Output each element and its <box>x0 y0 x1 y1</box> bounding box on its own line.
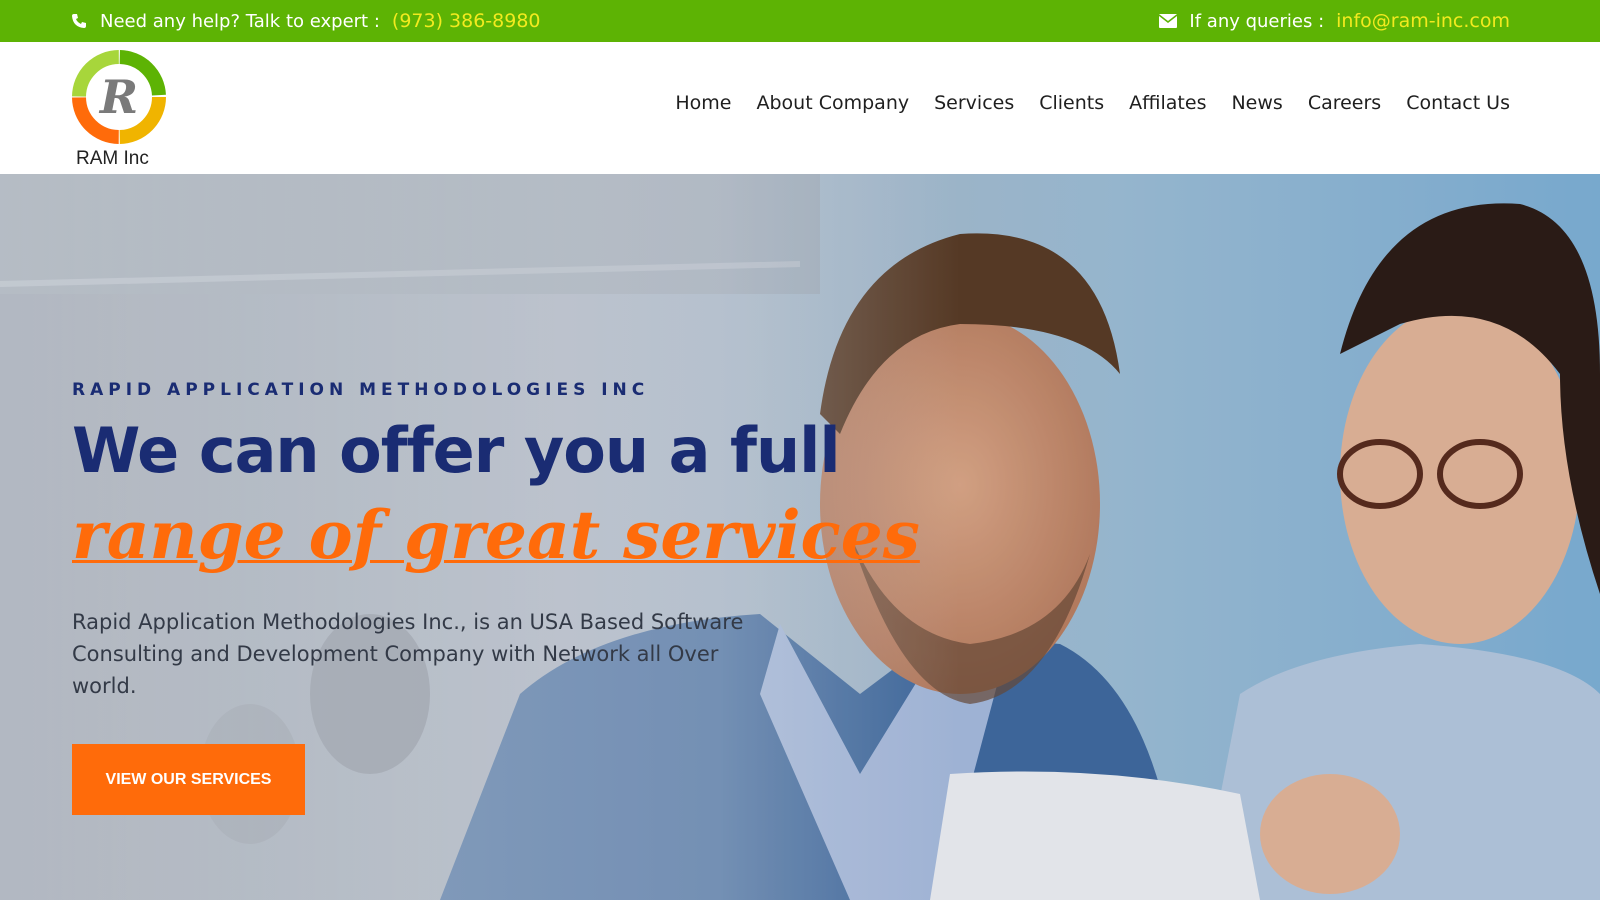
nav-item-clients[interactable]: Clients <box>1039 92 1104 114</box>
nav-item-news[interactable]: News <box>1231 92 1282 114</box>
phone-icon <box>70 12 88 30</box>
nav-item-about-company[interactable]: About Company <box>757 92 910 114</box>
hero-description: Rapid Application Methodologies Inc., is… <box>72 610 744 698</box>
logo-mark: R <box>72 50 166 144</box>
logo-letter: R <box>98 70 138 124</box>
brand-logo[interactable]: R RAM Inc <box>70 48 174 169</box>
site-header: R RAM Inc Home About Company Services Cl… <box>0 42 1600 174</box>
envelope-icon <box>1159 12 1178 30</box>
email-link[interactable]: info@ram-inc.com <box>1336 10 1510 32</box>
hero-section: RAPID APPLICATION METHODOLOGIES INC We c… <box>0 174 1600 900</box>
main-nav: Home About Company Services Clients Affi… <box>675 92 1510 114</box>
help-label: Need any help? Talk to expert : <box>100 10 380 32</box>
nav-item-affilates[interactable]: Affilates <box>1129 92 1206 114</box>
hero-headline-accent: range of great services <box>72 496 920 574</box>
nav-item-contact-us[interactable]: Contact Us <box>1406 92 1510 114</box>
query-label: If any queries : <box>1189 10 1325 32</box>
hero-headline: We can offer you a full <box>72 414 841 487</box>
hero-eyebrow: RAPID APPLICATION METHODOLOGIES INC <box>72 380 650 400</box>
top-contact-bar: Need any help? Talk to expert : (973) 38… <box>0 0 1600 42</box>
phone-link[interactable]: (973) 386-8980 <box>392 10 541 32</box>
view-services-button[interactable]: VIEW OUR SERVICES <box>72 744 305 815</box>
query-contact: If any queries : info@ram-inc.com <box>1159 0 1510 42</box>
nav-item-services[interactable]: Services <box>934 92 1014 114</box>
nav-item-careers[interactable]: Careers <box>1308 92 1381 114</box>
nav-item-home[interactable]: Home <box>675 92 731 114</box>
help-contact: Need any help? Talk to expert : (973) 38… <box>70 0 541 42</box>
brand-name: RAM Inc <box>76 148 149 169</box>
